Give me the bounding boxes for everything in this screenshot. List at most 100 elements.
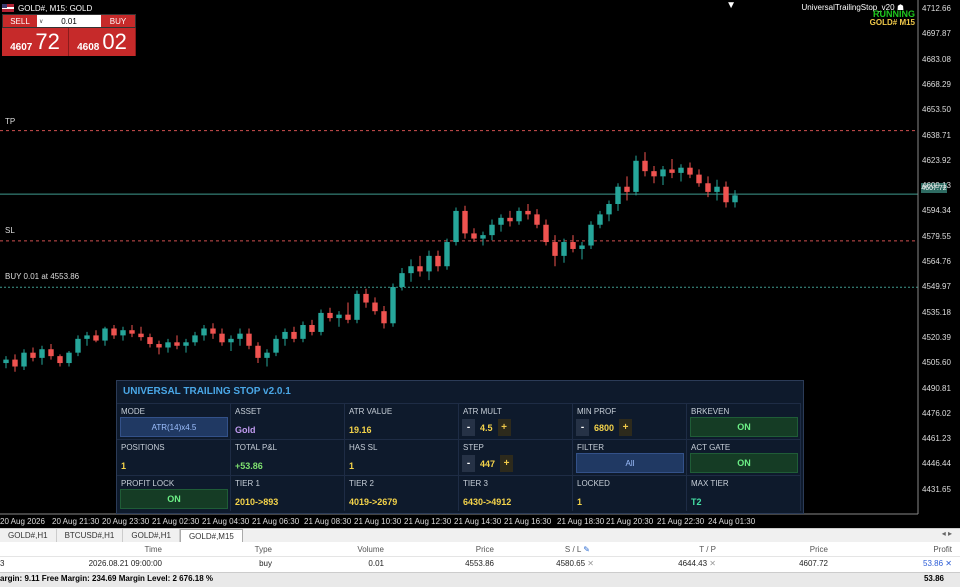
candle[interactable] <box>156 340 162 355</box>
candle[interactable] <box>525 204 531 220</box>
one-click-trading-panel[interactable]: SELL ∨ 0.01 BUY 4607 72 4608 02 <box>2 14 136 56</box>
atr-mult-increment-button[interactable]: + <box>497 419 511 436</box>
row-profit[interactable]: 53.86 ✕ <box>923 557 952 571</box>
candle[interactable] <box>291 326 297 343</box>
tab-gold-m15[interactable]: GOLD#,M15 <box>179 529 243 543</box>
buy-price[interactable]: 4608 02 <box>69 28 136 56</box>
edit-icon[interactable]: ✎ <box>583 545 590 554</box>
sell-button[interactable]: SELL <box>3 15 37 27</box>
candle[interactable] <box>147 333 153 348</box>
chevron-down-icon[interactable]: ∨ <box>39 18 43 25</box>
col-time[interactable]: Time <box>145 543 162 557</box>
candle[interactable] <box>714 179 720 201</box>
row-tp[interactable]: 4644.43 ✕ <box>678 557 716 571</box>
candle[interactable] <box>669 159 675 179</box>
candle[interactable] <box>444 238 450 270</box>
candle[interactable] <box>75 335 81 357</box>
candle[interactable] <box>552 235 558 267</box>
candle[interactable] <box>129 325 135 338</box>
candle[interactable] <box>48 344 54 360</box>
candle[interactable] <box>300 321 306 343</box>
candle[interactable] <box>498 214 504 232</box>
step-increment-button[interactable]: + <box>500 455 514 472</box>
col-price[interactable]: Price <box>476 543 494 557</box>
candle[interactable] <box>345 302 351 324</box>
candle[interactable] <box>543 219 549 246</box>
window-controls[interactable]: ▼ <box>726 0 736 11</box>
sell-price[interactable]: 4607 72 <box>2 28 69 56</box>
candle[interactable] <box>381 306 387 329</box>
brkeven-toggle[interactable]: ON <box>690 417 798 437</box>
candle[interactable] <box>453 207 459 246</box>
candle[interactable] <box>30 347 36 362</box>
candle[interactable] <box>228 335 234 351</box>
step-decrement-button[interactable]: - <box>462 455 475 472</box>
volume-input[interactable]: ∨ 0.01 <box>37 15 101 27</box>
candle[interactable] <box>426 250 432 281</box>
candle[interactable] <box>183 338 189 353</box>
candle[interactable] <box>84 331 90 346</box>
candle[interactable] <box>66 350 72 367</box>
candle[interactable] <box>615 183 621 211</box>
candle[interactable] <box>687 162 693 179</box>
candle[interactable] <box>192 331 198 346</box>
candle[interactable] <box>120 326 126 341</box>
candle[interactable] <box>111 325 117 339</box>
tab-scroll-arrows[interactable]: ◂ ▸ <box>942 529 952 538</box>
candle[interactable] <box>480 231 486 246</box>
candle[interactable] <box>417 255 423 277</box>
candle[interactable] <box>102 326 108 346</box>
candle[interactable] <box>165 338 171 353</box>
candle[interactable] <box>237 328 243 346</box>
candle[interactable] <box>219 328 225 346</box>
candle[interactable] <box>93 330 99 343</box>
candle[interactable] <box>57 354 63 367</box>
candle[interactable] <box>561 238 567 263</box>
candle[interactable] <box>201 325 207 341</box>
mode-button[interactable]: ATR(14)x4.5 <box>120 417 228 437</box>
candle[interactable] <box>624 176 630 201</box>
candle[interactable] <box>579 242 585 260</box>
candle[interactable] <box>678 164 684 182</box>
candle[interactable] <box>282 328 288 346</box>
col-sl[interactable]: S / L ✎ <box>565 543 590 557</box>
candle[interactable] <box>660 165 666 185</box>
candle[interactable] <box>318 309 324 336</box>
min-prof-increment-button[interactable]: + <box>619 419 633 436</box>
candle[interactable] <box>363 288 369 308</box>
col-tp[interactable]: T / P <box>699 543 716 557</box>
price-chart[interactable]: GOLD#, M15: GOLD ▼ SELL ∨ 0.01 BUY 4607 … <box>0 0 960 528</box>
candle[interactable] <box>471 228 477 243</box>
filter-button[interactable]: All <box>576 453 684 473</box>
buy-button[interactable]: BUY <box>101 15 135 27</box>
tab-gold-h1[interactable]: GOLD#,H1 <box>0 529 57 543</box>
min-prof-decrement-button[interactable]: - <box>576 419 589 436</box>
candle[interactable] <box>462 205 468 239</box>
col-type[interactable]: Type <box>255 543 272 557</box>
candle[interactable] <box>372 297 378 315</box>
profit-lock-toggle[interactable]: ON <box>120 489 228 509</box>
candle[interactable] <box>534 209 540 229</box>
candle[interactable] <box>435 250 441 272</box>
candle[interactable] <box>570 235 576 253</box>
row-sl[interactable]: 4580.65 ✕ <box>556 557 594 571</box>
atr-mult-decrement-button[interactable]: - <box>462 419 475 436</box>
candle[interactable] <box>489 219 495 241</box>
candle[interactable] <box>642 152 648 177</box>
candle[interactable] <box>138 326 144 341</box>
col-volume[interactable]: Volume <box>357 543 384 557</box>
candle[interactable] <box>732 190 738 208</box>
candle[interactable] <box>210 323 216 339</box>
candle[interactable] <box>606 200 612 222</box>
tab-gold-h1-2[interactable]: GOLD#,H1 <box>123 529 180 543</box>
candle[interactable] <box>264 349 270 367</box>
candle[interactable] <box>651 165 657 184</box>
col-current-price[interactable]: Price <box>810 543 828 557</box>
candle[interactable] <box>516 207 522 225</box>
candle[interactable] <box>390 283 396 327</box>
candle[interactable] <box>588 221 594 249</box>
act-gate-toggle[interactable]: ON <box>690 453 798 473</box>
candle[interactable] <box>273 335 279 357</box>
candle[interactable] <box>633 155 639 196</box>
candle[interactable] <box>39 345 45 365</box>
